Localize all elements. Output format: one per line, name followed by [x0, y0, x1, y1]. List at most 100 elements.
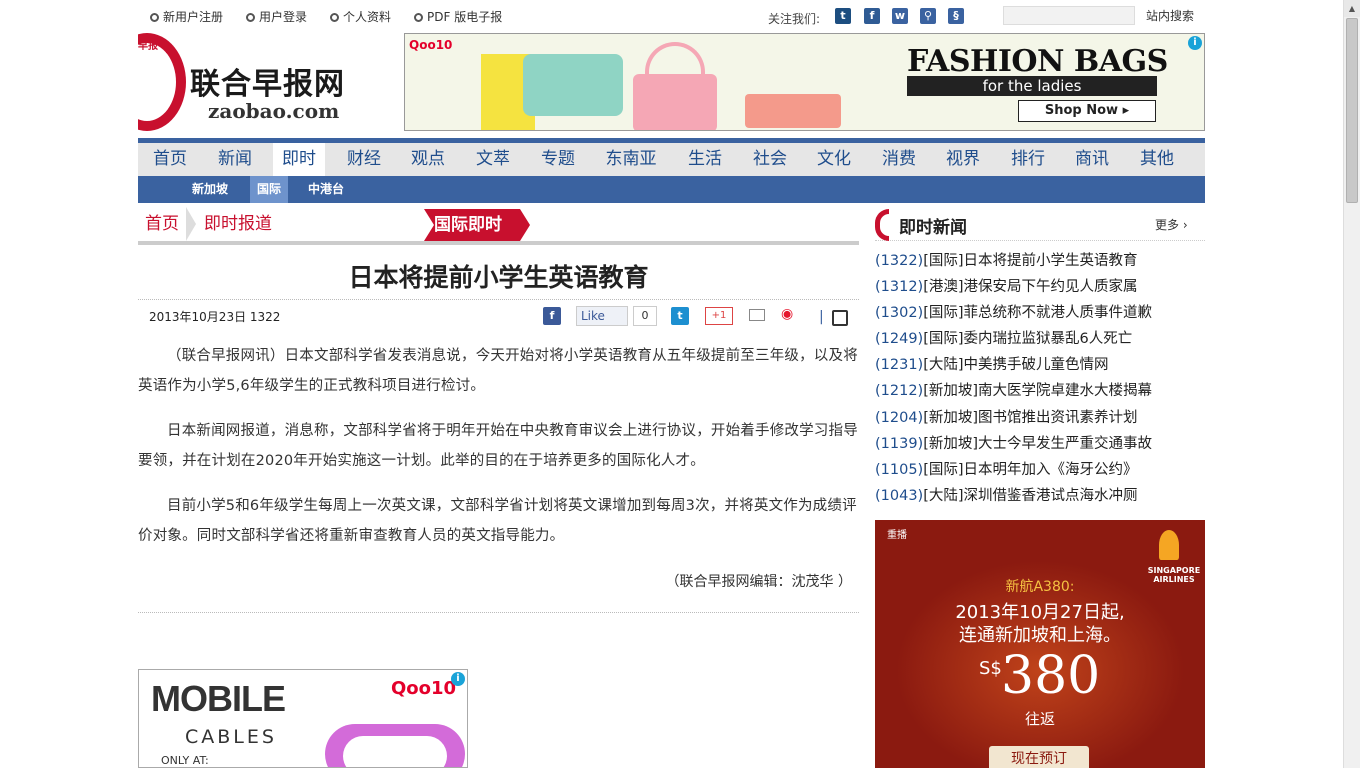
sidebar-news-item[interactable]: (1204)[新加坡]图书馆推出资讯素养计划	[875, 405, 1205, 431]
pdf-edition-link[interactable]: PDF 版电子报	[414, 8, 502, 25]
article-paragraph: （联合早报网讯）日本文部科学省发表消息说，今天开始对将小学英语教育从五年级提前至…	[138, 348, 858, 394]
facebook-like-button[interactable]: Like	[576, 306, 628, 326]
breadcrumb-current: 国际即时	[424, 209, 530, 241]
twitter-icon[interactable]: t	[835, 8, 851, 24]
nav-item-home[interactable]: 首页	[144, 143, 196, 176]
ad-shop-now-button[interactable]: Shop Now ▸	[1018, 100, 1156, 122]
weibo-icon[interactable]: w	[892, 8, 908, 24]
bullet-icon	[246, 13, 255, 22]
news-time: (1249)	[875, 331, 924, 347]
share-divider: |	[819, 309, 824, 325]
scroll-up-arrow-icon[interactable]: ▲	[1344, 0, 1360, 17]
subnav-item-international[interactable]: 国际	[250, 176, 288, 203]
sidebar-news-item[interactable]: (1312)[港澳]港保安局下午约见人质家属	[875, 274, 1205, 300]
banner-ad-mobile-cables[interactable]: MOBILE CABLES ONLY AT: Qoo10 i	[138, 669, 468, 768]
login-link[interactable]: 用户登录	[246, 8, 307, 25]
profile-link[interactable]: 个人资料	[330, 8, 391, 25]
ad-only-at-text: ONLY AT:	[161, 754, 209, 767]
ad-cable-image-inner	[343, 736, 447, 767]
email-share-icon[interactable]	[749, 309, 765, 321]
ad-title: FASHION BAGS	[907, 44, 1168, 79]
bullet-icon	[414, 13, 423, 22]
sidebar-header: 即时新闻 更多 ›	[875, 209, 1205, 241]
ad-line-3: 连通新加坡和上海。	[959, 625, 1121, 646]
news-time: (1043)	[875, 488, 924, 504]
sidebar-news-item[interactable]: (1139)[新加坡]大士今早发生严重交通事故	[875, 431, 1205, 457]
weibo-share-icon[interactable]: ◉	[781, 306, 801, 324]
sidebar-news-item[interactable]: (1249)[国际]委内瑞拉监狱暴乱6人死亡	[875, 326, 1205, 352]
news-headline: [新加坡]大士今早发生严重交通事故	[923, 436, 1153, 452]
logo-domain: zaobao.com	[208, 99, 340, 123]
sidebar-news-item[interactable]: (1105)[国际]日本明年加入《海牙公约》	[875, 457, 1205, 483]
nav-item-ranking[interactable]: 排行	[1002, 143, 1054, 176]
nav-item-business[interactable]: 商讯	[1066, 143, 1118, 176]
article-editor: （联合早报网编辑：沈茂华 ）	[665, 574, 852, 590]
facebook-share-icon[interactable]: f	[543, 307, 561, 325]
sidebar-ad-singapore-airlines[interactable]: 重播 SINGAPORE AIRLINES 新航A380: 2013年10月27…	[875, 520, 1205, 768]
nav-item-southeast-asia[interactable]: 东南亚	[599, 143, 663, 176]
scrollbar-thumb[interactable]	[1346, 18, 1358, 203]
zaobao-search-icon[interactable]: ⚲	[920, 8, 936, 24]
banner-ad-fashion-bags[interactable]: Qoo10 FASHION BAGS for the ladies Shop N…	[404, 33, 1205, 131]
follow-us-label: 关注我们:	[768, 12, 821, 26]
register-link-label: 新用户注册	[163, 10, 224, 24]
ad-clutch-image	[745, 94, 841, 128]
sidebar-news-item[interactable]: (1043)[大陆]深圳借鉴香港试点海水冲厕	[875, 483, 1205, 509]
news-headline: [港澳]港保安局下午约见人质家属	[923, 279, 1138, 295]
subnav-item-china-hk-tw[interactable]: 中港台	[300, 176, 352, 203]
site-logo[interactable]: 早报 联合早报网 zaobao.com	[138, 33, 374, 131]
nav-item-special[interactable]: 专题	[532, 143, 584, 176]
print-icon[interactable]	[832, 310, 848, 326]
ad-brand-logo: Qoo10	[391, 678, 457, 699]
bullet-icon	[150, 13, 159, 22]
nav-item-realtime[interactable]: 即时	[273, 143, 325, 176]
sidebar-news-item[interactable]: (1212)[新加坡]南大医学院卓建水大楼揭幕	[875, 378, 1205, 404]
nav-item-life[interactable]: 生活	[679, 143, 731, 176]
main-nav: 首页 新闻 即时 财经 观点 文萃 专题 东南亚 生活 社会 文化 消费 视界 …	[138, 138, 1205, 176]
ad-brand-logo: Qoo10	[409, 38, 453, 52]
sidebar-more-link[interactable]: 更多 ›	[1155, 216, 1188, 233]
news-headline: [新加坡]南大医学院卓建水大楼揭幕	[923, 383, 1153, 399]
douban-icon[interactable]: §	[948, 8, 964, 24]
article-paragraph: 目前小学5和6年级学生每周上一次英文课，文部科学省计划将英文课增加到每周3次，并…	[138, 498, 857, 544]
nav-item-digest[interactable]: 文萃	[467, 143, 519, 176]
ad-info-icon[interactable]: i	[451, 672, 465, 686]
sub-nav: 新加坡 国际 中港台	[138, 176, 1205, 203]
article-title: 日本将提前小学生英语教育	[348, 263, 649, 292]
nav-item-views[interactable]: 观点	[402, 143, 454, 176]
nav-item-others[interactable]: 其他	[1131, 143, 1183, 176]
breadcrumb-home[interactable]: 首页	[145, 207, 179, 241]
twitter-share-icon[interactable]: t	[671, 307, 689, 325]
register-link[interactable]: 新用户注册	[150, 8, 223, 25]
bullet-icon	[330, 13, 339, 22]
pdf-edition-link-label: PDF 版电子报	[427, 10, 503, 24]
nav-item-culture[interactable]: 文化	[808, 143, 860, 176]
top-bar: 新用户注册 用户登录 个人资料 PDF 版电子报 关注我们: t f w ⚲ §…	[138, 0, 1205, 30]
sidebar-news-item[interactable]: (1231)[大陆]中美携手破儿童色情网	[875, 352, 1205, 378]
ad-subtitle: for the ladies	[907, 76, 1157, 96]
sidebar-news-item[interactable]: (1322)[国际]日本将提前小学生英语教育	[875, 248, 1205, 274]
site-search-button[interactable]: 站内搜索	[1146, 7, 1194, 24]
nav-item-society[interactable]: 社会	[744, 143, 796, 176]
site-search-input[interactable]	[1003, 6, 1135, 25]
nav-item-finance[interactable]: 财经	[338, 143, 390, 176]
nav-item-news[interactable]: 新闻	[209, 143, 261, 176]
sidebar-news-item[interactable]: (1302)[国际]菲总统称不就港人质事件道歉	[875, 300, 1205, 326]
login-link-label: 用户登录	[259, 10, 308, 24]
nav-item-vision[interactable]: 视界	[937, 143, 989, 176]
sia-logo-icon	[1159, 530, 1179, 560]
breadcrumb-realtime[interactable]: 即时报道	[204, 207, 272, 241]
gplus-share-button[interactable]: +1	[705, 307, 733, 325]
nav-item-consumer[interactable]: 消费	[873, 143, 925, 176]
news-headline: [国际]日本将提前小学生英语教育	[923, 253, 1138, 269]
ad-info-icon[interactable]: i	[1188, 36, 1202, 50]
facebook-icon[interactable]: f	[864, 8, 880, 24]
subnav-item-singapore[interactable]: 新加坡	[182, 176, 238, 203]
article-date: 2013年10月23日 1322	[149, 310, 281, 324]
sidebar-title: 即时新闻	[899, 218, 967, 238]
news-headline: [新加坡]图书馆推出资讯素养计划	[923, 410, 1138, 426]
ad-book-now-button[interactable]: 现在预订	[989, 746, 1089, 768]
news-headline: [国际]菲总统称不就港人质事件道歉	[923, 305, 1153, 321]
ad-replay-button[interactable]: 重播	[887, 526, 907, 541]
page-scrollbar[interactable]: ▲	[1343, 0, 1360, 768]
